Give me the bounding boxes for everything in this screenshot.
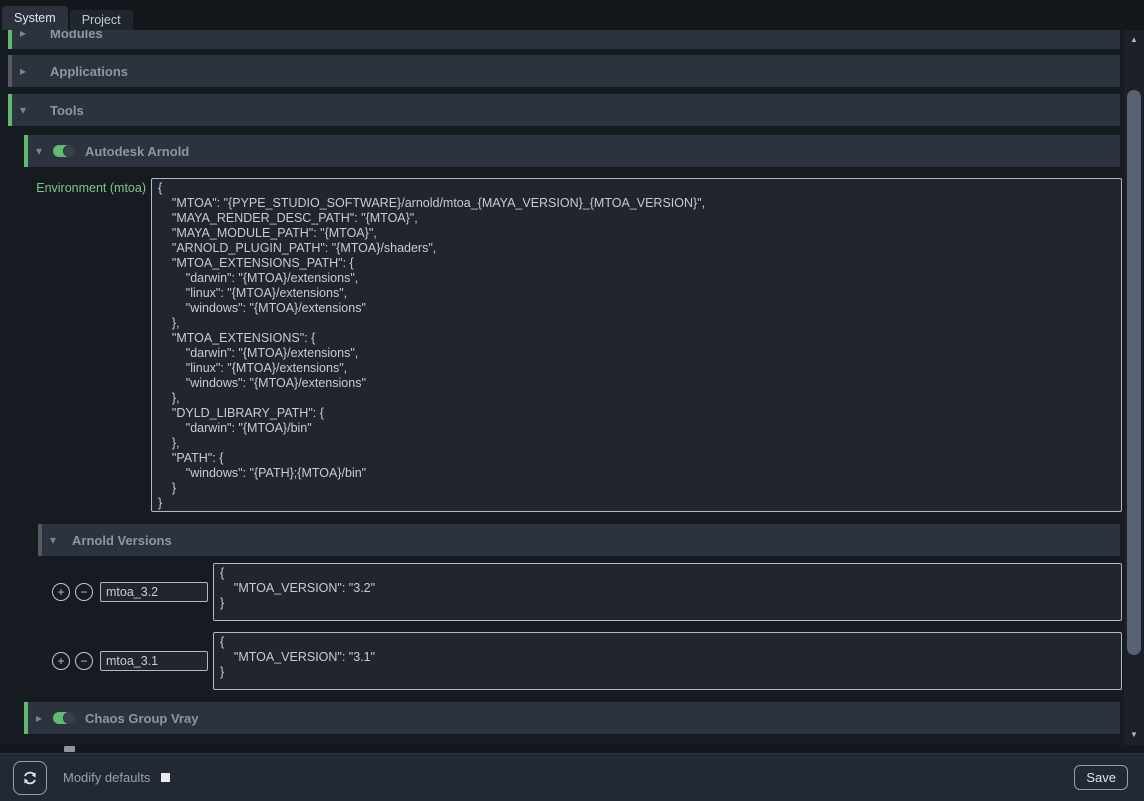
horizontal-scrollbar-thumb[interactable] xyxy=(64,746,75,752)
horizontal-scrollbar xyxy=(0,745,1144,753)
scroll-down-button[interactable]: ▼ xyxy=(1124,728,1144,742)
group-header-arnold-versions[interactable]: ▾ Arnold Versions xyxy=(38,524,1120,556)
version-name-input[interactable] xyxy=(100,651,208,671)
vray-enabled-toggle[interactable] xyxy=(53,712,75,724)
environment-row: Environment (mtoa) { "MTOA": "{PYPE_STUD… xyxy=(0,178,1124,512)
arnold-versions-label: Arnold Versions xyxy=(72,533,172,548)
chevron-down-icon: ▾ xyxy=(50,533,64,547)
vray-group-label: Chaos Group Vray xyxy=(85,711,198,726)
remove-version-button[interactable]: − xyxy=(75,583,93,601)
tab-system-label: System xyxy=(14,11,56,25)
chevron-down-icon: ▾ xyxy=(36,144,50,158)
environment-mtoa-textarea[interactable]: { "MTOA": "{PYPE_STUDIO_SOFTWARE}/arnold… xyxy=(151,178,1122,512)
tab-project[interactable]: Project xyxy=(70,10,133,30)
refresh-icon xyxy=(21,769,39,787)
version-row: + − { "MTOA_VERSION": "3.2" } xyxy=(52,563,1124,621)
scroll-up-button[interactable]: ▲ xyxy=(1124,33,1144,47)
arnold-enabled-toggle[interactable] xyxy=(53,145,75,157)
section-modules-label: Modules xyxy=(50,30,103,41)
modify-defaults-label: Modify defaults xyxy=(63,770,150,785)
arnold-group-label: Autodesk Arnold xyxy=(85,144,189,159)
group-header-autodesk-arnold[interactable]: ▾ Autodesk Arnold xyxy=(24,135,1120,167)
add-version-button[interactable]: + xyxy=(52,583,70,601)
refresh-button[interactable] xyxy=(13,761,47,795)
remove-version-button[interactable]: − xyxy=(75,652,93,670)
save-button[interactable]: Save xyxy=(1074,765,1128,790)
section-applications-label: Applications xyxy=(50,64,128,79)
add-version-button[interactable]: + xyxy=(52,652,70,670)
scrollbar-thumb[interactable] xyxy=(1127,90,1141,655)
vertical-scrollbar: ▲ ▼ xyxy=(1124,30,1144,745)
version-row: + − { "MTOA_VERSION": "3.1" } xyxy=(52,632,1124,690)
section-header-applications[interactable]: ▸ Applications xyxy=(8,55,1120,87)
settings-window: { "tabs": [ { "label": "System" }, { "la… xyxy=(0,0,1144,801)
version-value-textarea[interactable]: { "MTOA_VERSION": "3.1" } xyxy=(213,632,1122,690)
section-header-modules[interactable]: ▸ Modules xyxy=(8,30,1120,49)
footer-bar: Modify defaults Save xyxy=(0,753,1144,801)
toggle-knob xyxy=(63,712,75,724)
toggle-knob xyxy=(63,145,75,157)
settings-content: ▸ Modules ▸ Applications ▾ Tools ▾ Autod… xyxy=(0,30,1124,745)
group-header-chaos-group-vray[interactable]: ▸ Chaos Group Vray xyxy=(24,702,1120,734)
chevron-down-icon: ▾ xyxy=(20,103,34,117)
version-name-input[interactable] xyxy=(100,582,208,602)
environment-mtoa-label: Environment (mtoa) xyxy=(0,178,146,195)
tab-system[interactable]: System xyxy=(2,6,68,30)
settings-scroll-area: ▸ Modules ▸ Applications ▾ Tools ▾ Autod… xyxy=(0,30,1144,745)
modify-defaults-checkbox[interactable] xyxy=(161,773,170,782)
version-value-textarea[interactable]: { "MTOA_VERSION": "3.2" } xyxy=(213,563,1122,621)
section-tools-label: Tools xyxy=(50,103,84,118)
chevron-right-icon: ▸ xyxy=(36,711,50,725)
tab-project-label: Project xyxy=(82,13,121,27)
tab-bar: System Project xyxy=(0,0,1144,30)
section-header-tools[interactable]: ▾ Tools xyxy=(8,94,1120,126)
chevron-right-icon: ▸ xyxy=(20,30,34,40)
chevron-right-icon: ▸ xyxy=(20,64,34,78)
